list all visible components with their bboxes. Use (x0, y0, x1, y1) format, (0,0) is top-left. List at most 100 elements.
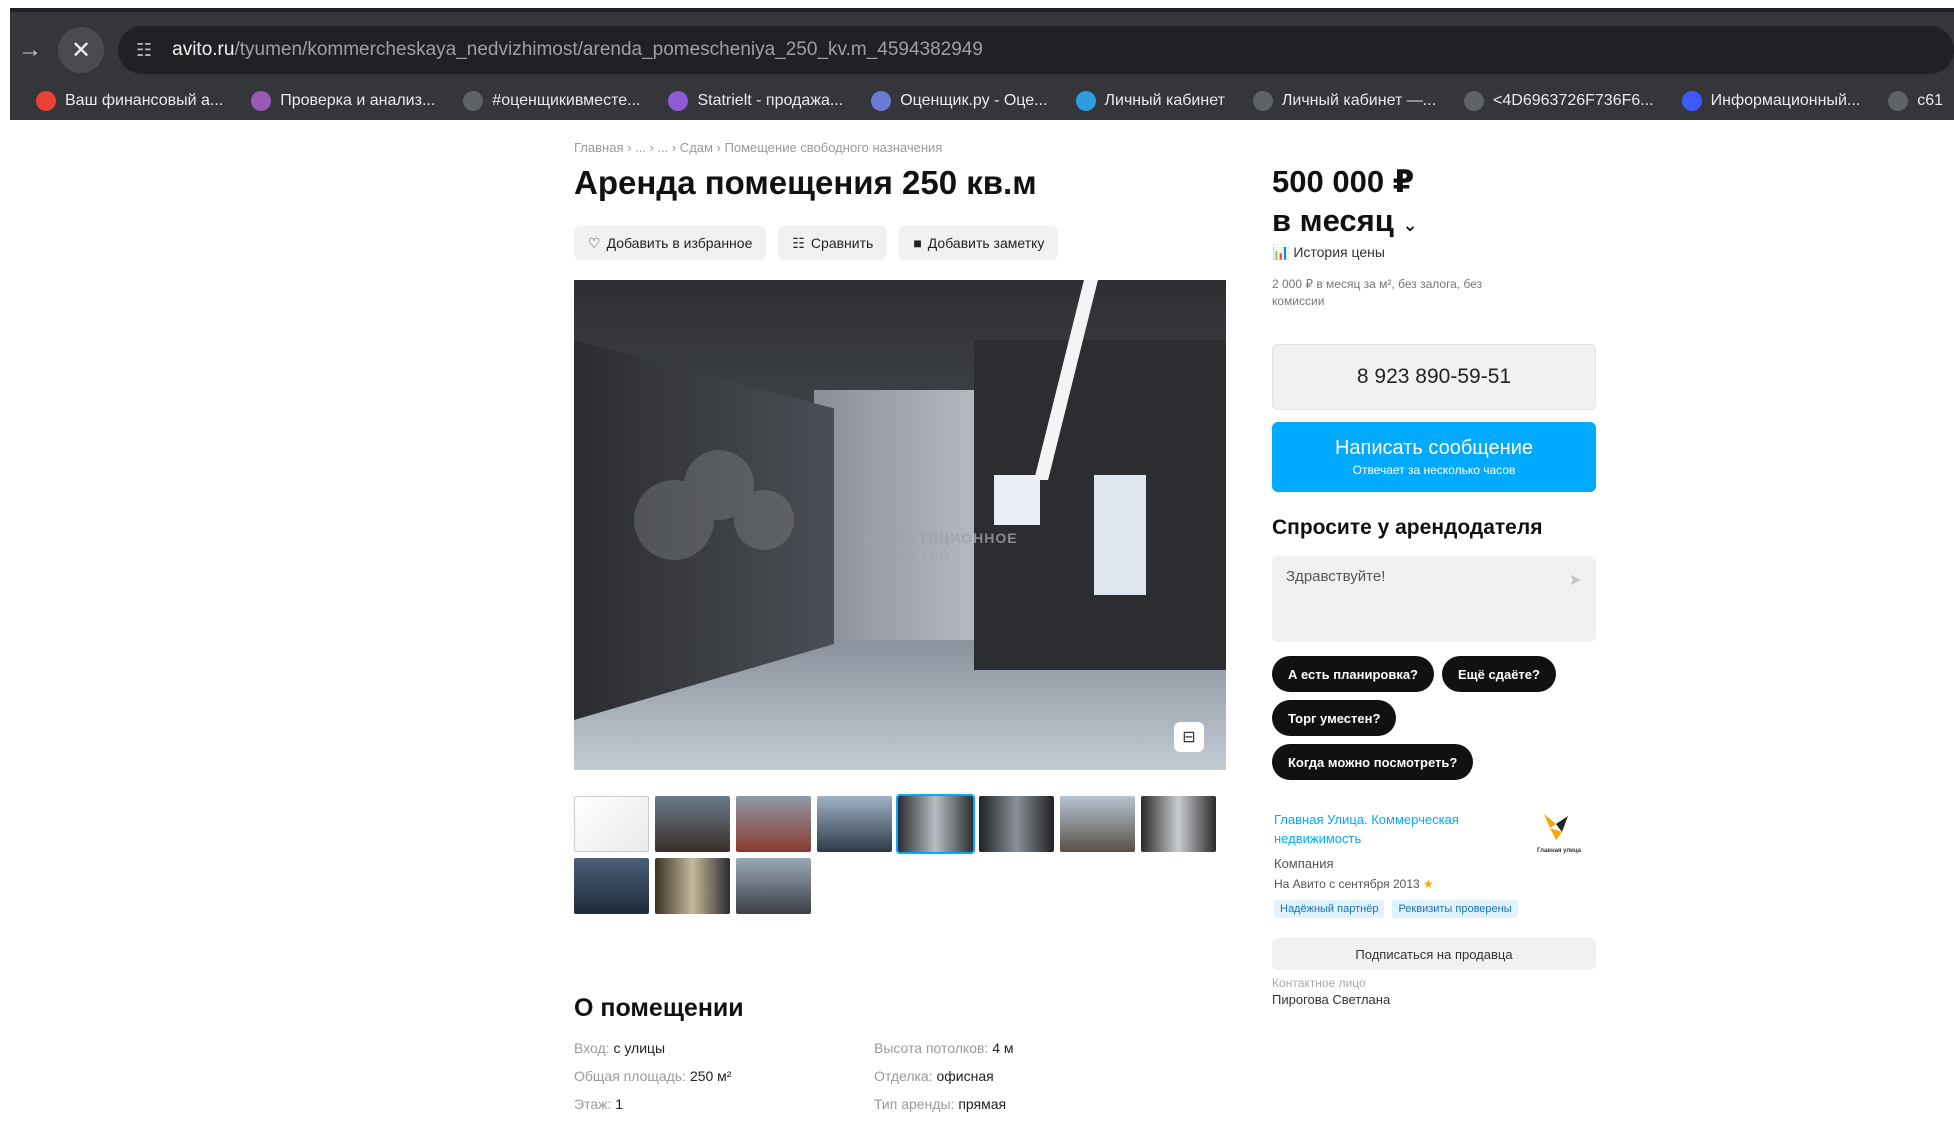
seller-since-text: На Авито с сентября 2013 (1274, 877, 1420, 891)
thumbnail[interactable] (736, 858, 811, 914)
bookmark-item[interactable]: #оценщикивместе... (463, 91, 640, 111)
param-key: Общая площадь: (574, 1068, 690, 1084)
add-note-button[interactable]: ■ Добавить заметку (899, 226, 1059, 260)
subscribe-seller-label: Подписаться на продавца (1355, 946, 1513, 962)
bookmark-item[interactable]: Информационный... (1681, 91, 1861, 111)
price-period-selector[interactable]: в месяц ⌄ (1272, 201, 1418, 245)
quick-question-chip[interactable]: Ещё сдаёте? (1442, 656, 1556, 692)
chevron-down-icon: ⌄ (1402, 215, 1418, 235)
expand-photo-icon[interactable]: ⊟ (1174, 722, 1204, 752)
seller-logo[interactable]: Главная улица (1522, 810, 1596, 858)
main-photo[interactable]: ИНВЕСТИЦИОННОЕ АГЕНТСТВО ⊟ (574, 280, 1226, 770)
bookmark-item[interactable]: Ваш финансовый а... (36, 91, 223, 111)
globe-icon (463, 91, 484, 111)
seller-since: На Авито с сентября 2013 ★ (1274, 877, 1434, 891)
contact-person-label: Контактное лицо (1272, 976, 1366, 990)
cabinet-icon (1075, 91, 1096, 111)
about-section-title: О помещении (574, 994, 744, 1022)
thumbnail[interactable] (655, 858, 730, 914)
seller-badge: Реквизиты проверены (1392, 900, 1518, 918)
bookmark-label: c61 (1917, 92, 1944, 109)
thumbnail[interactable] (655, 796, 730, 852)
param-item: Общая площадь: 250 м² (574, 1068, 874, 1096)
watermark-text: АГЕНТСТВО (864, 548, 950, 563)
show-phone-button[interactable]: 8 923 890-59-51 (1272, 344, 1596, 410)
quick-question-chip[interactable]: Торг уместен? (1272, 700, 1397, 736)
bookmark-item[interactable]: Оценщик.ру - Оце... (871, 91, 1048, 111)
param-value: прямая (958, 1096, 1007, 1112)
forward-arrow-icon[interactable]: → (10, 36, 50, 64)
bookmark-label: Ваш финансовый а... (65, 92, 224, 109)
send-icon[interactable]: ➤ (1569, 570, 1582, 590)
seller-badge: Надёжный партнёр (1274, 900, 1385, 918)
bookmark-label: Личный кабинет (1104, 92, 1225, 109)
send-message-button[interactable]: Написать сообщение Отвечает за несколько… (1272, 422, 1596, 492)
quick-question-chip[interactable]: А есть планировка? (1272, 656, 1434, 692)
page-title: Аренда помещения 250 кв.м (574, 164, 1037, 201)
thumbnail[interactable] (574, 858, 649, 914)
thumbnail[interactable] (896, 794, 975, 854)
param-value: 1 (615, 1096, 624, 1112)
quick-question-chip[interactable]: Когда можно посмотреть? (1272, 744, 1474, 780)
stat-icon (668, 91, 689, 111)
bookmark-item[interactable]: <4D6963726F736F6... (1464, 91, 1654, 111)
add-favorite-label: Добавить в избранное (606, 235, 753, 251)
send-message-label: Написать сообщение (1334, 437, 1533, 459)
star-icon (871, 91, 892, 111)
bookmark-item[interactable]: Проверка и анализ... (251, 91, 435, 111)
price-note: 2 000 ₽ в месяц за м², без залога, без к… (1272, 277, 1483, 308)
thumbnail[interactable] (574, 796, 649, 852)
price-history-link[interactable]: 📊 История цены (1272, 244, 1385, 261)
bookmarks-bar: Ваш финансовый а... Проверка и анализ... #… (10, 82, 1954, 120)
url-domain: avito.ru (172, 39, 235, 60)
bookmark-label: Оценщик.ру - Оце... (900, 92, 1048, 109)
bookmark-item[interactable]: Личный кабинет (1075, 91, 1225, 111)
photo-window (1094, 475, 1146, 595)
param-key: Вход: (574, 1040, 614, 1056)
bookmark-item[interactable]: Личный кабинет —... (1252, 91, 1436, 111)
thumbnail[interactable] (817, 796, 892, 852)
watermark-text: ИНВЕСТИЦИОННОЕ (864, 530, 1018, 546)
bank-icon (36, 91, 56, 111)
award-icon: ★ (1423, 877, 1434, 891)
quick-questions: А есть планировка? Ещё сдаёте? Торг уместе… (1272, 656, 1602, 780)
toolbar: → ✕ ☷ avito.ru/tyumen/kommercheskaya_ned… (10, 18, 1954, 82)
param-value: с улицы (613, 1040, 666, 1056)
seller-name-link[interactable]: Главная Улица. Коммерческая недвижимость (1274, 810, 1514, 848)
compare-button[interactable]: ☷ Сравнить (778, 226, 888, 260)
param-item: Вход: с улицы (574, 1040, 874, 1068)
param-item: Этаж: 1 (574, 1096, 874, 1124)
bookmark-label: Информационный... (1710, 92, 1861, 109)
thumbnail[interactable] (1141, 796, 1216, 852)
thumbnail[interactable] (1060, 796, 1135, 852)
site-settings-icon[interactable]: ☷ (136, 40, 152, 61)
browser-chrome: → ✕ ☷ avito.ru/tyumen/kommercheskaya_ned… (10, 8, 1954, 120)
breadcrumb[interactable]: Главная › ... › ... › Сдам › Помещение с… (574, 140, 942, 155)
note-icon: ■ (913, 235, 922, 251)
thumbnail[interactable] (736, 796, 811, 852)
ask-message-text: Здравствуйте! (1286, 568, 1386, 585)
bookmark-label: #оценщикивместе... (492, 92, 641, 109)
tab-strip (10, 8, 1954, 12)
thumbnail[interactable] (979, 796, 1054, 852)
globe-icon (1464, 91, 1485, 111)
param-item: Тип аренды: прямая (874, 1096, 1174, 1124)
ask-landlord-title: Спросите у арендодателя (1272, 516, 1543, 539)
params-list: Вход: с улицы Высота потолков: 4 м Общая п… (574, 1040, 1174, 1124)
response-time: Отвечает за несколько часов (1352, 463, 1516, 477)
check-icon (251, 91, 272, 111)
subscribe-seller-button[interactable]: Подписаться на продавца (1272, 938, 1596, 970)
bookmark-label: Statrielt - продажа... (697, 92, 844, 109)
heart-icon: ♡ (588, 234, 601, 251)
add-favorite-button[interactable]: ♡ Добавить в избранное (574, 226, 767, 260)
url-path: /tyumen/kommercheskaya_nedvizhimost/aren… (234, 39, 983, 60)
ask-message-field[interactable]: Здравствуйте! ➤ (1272, 556, 1596, 642)
stop-loading-icon[interactable]: ✕ (58, 27, 104, 73)
param-key: Этаж: (574, 1096, 616, 1112)
bookmark-item[interactable]: c61 (1888, 91, 1943, 111)
address-bar[interactable]: ☷ avito.ru/tyumen/kommercheskaya_nedvizh… (118, 26, 1954, 74)
price-history-label: История цены (1293, 244, 1385, 260)
param-item: Отделка: офисная (874, 1068, 1174, 1096)
contact-person-name: Пирогова Светлана (1272, 992, 1391, 1007)
bookmark-item[interactable]: Statrielt - продажа... (668, 91, 843, 111)
